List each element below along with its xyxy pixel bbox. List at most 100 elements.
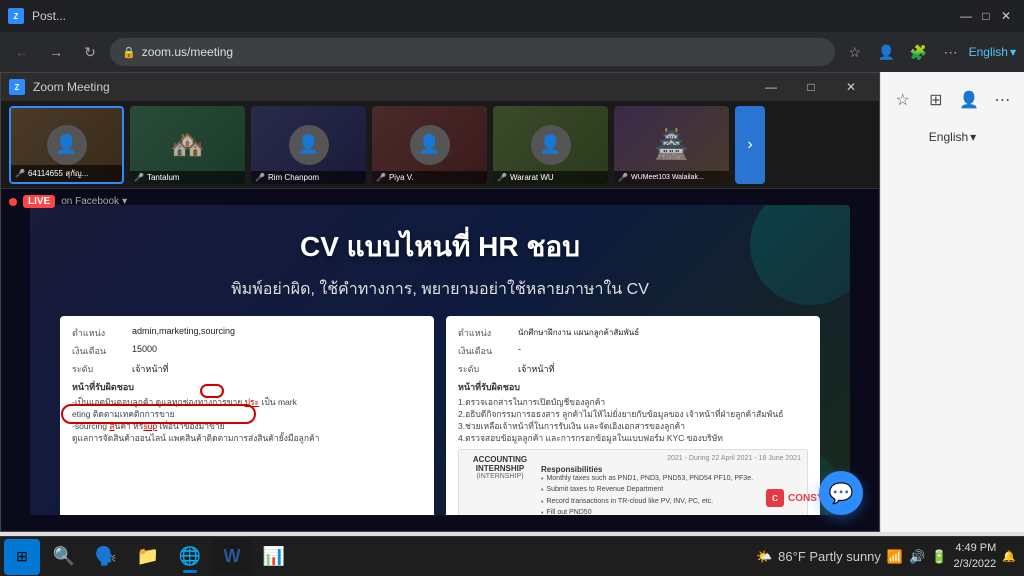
taskbar-system-icons: 🌤️ 86°F Partly sunny 📶 🔊 🔋: [756, 549, 948, 565]
bookmark-btn[interactable]: ☆: [841, 38, 869, 66]
zoom-favicon: Z: [8, 8, 24, 24]
facebook-dropdown-icon[interactable]: ▾: [122, 196, 127, 207]
participant-tile-5[interactable]: 👤 🎤 Wararat WU: [493, 106, 608, 184]
refresh-btn[interactable]: ↻: [76, 38, 104, 66]
address-bar[interactable]: 🔒 zoom.us/meeting: [110, 38, 835, 66]
taskbar-explorer-btn[interactable]: 📁: [128, 539, 168, 575]
participant-avatar-3: 👤: [289, 125, 329, 165]
cv-duties-label: หน้าที่รับผิดชอบ: [72, 380, 422, 394]
taskbar-date: 2/3/2022: [953, 557, 996, 572]
participant-tile-1[interactable]: 👤 🎤 64114655 สุกัญ...: [9, 106, 124, 184]
mic-icon-4: 🎤: [376, 173, 386, 182]
right-panel-top: ☆ ⊞ 👤 ⋯: [889, 80, 1016, 120]
forward-btn[interactable]: →: [42, 38, 70, 66]
chat-bubble-btn[interactable]: 💬: [819, 471, 863, 515]
language-btn[interactable]: English ▾: [969, 45, 1016, 59]
cv-right-salary-row: เงินเดือน -: [458, 344, 808, 358]
cv-right-duty3: 3.ช่วยเหลือเจ้าหน้าที่ในการรับเงิน และจั…: [458, 421, 808, 433]
participant-tile-6[interactable]: 🏯 🎤 WUMeet103 Walailak...: [614, 106, 729, 184]
participants-next-btn[interactable]: ›: [735, 106, 765, 184]
participant-tile-4[interactable]: 👤 🎤 Piya V.: [372, 106, 487, 184]
zoom-close-btn[interactable]: ✕: [831, 73, 871, 101]
cv-level-label: ระดับ: [72, 362, 132, 376]
more-btn[interactable]: ⋯: [937, 38, 965, 66]
content-area: Z Zoom Meeting — □ ✕ 👤 🎤 64114655 สุกัญ.…: [0, 72, 1024, 536]
cv-salary-row: เงินเดือน 15000: [72, 344, 422, 358]
accounting-title: ACCOUNTING INTERNSHIP: [465, 455, 535, 473]
participant-name-bar-3: 🎤 Rim Chanpom: [251, 171, 366, 184]
right-panel-grid-icon[interactable]: ⊞: [922, 84, 949, 116]
cv-duties-text: -เป็นแอดมินตอบลูกค้า ดูแลทุกช่องทางการขา…: [72, 397, 422, 445]
cv-right-duty4: 4.ตรวจสอบข้อมูลลูกค้า และการกรอกข้อมูลใน…: [458, 433, 808, 445]
cv-position-label: ตำแหน่ง: [72, 326, 132, 340]
browser-close-btn[interactable]: ✕: [996, 6, 1016, 26]
taskbar-chat-btn[interactable]: 🗣️: [86, 539, 126, 575]
participant-name-bar-5: 🎤 Wararat WU: [493, 171, 608, 184]
right-panel-star-icon[interactable]: ☆: [889, 84, 916, 116]
taskbar-search-btn[interactable]: 🔍: [44, 539, 84, 575]
bullet-4: •Fill out PND50: [541, 508, 801, 515]
cv-position-value: admin,marketing,sourcing: [132, 326, 235, 340]
browser-maximize-btn[interactable]: □: [976, 6, 996, 26]
right-panel-more-icon[interactable]: ⋯: [989, 84, 1016, 116]
recording-dot: [9, 198, 17, 206]
participant-tile-2[interactable]: 🏘️ 🎤 Tantalum: [130, 106, 245, 184]
zoom-minimize-btn[interactable]: —: [751, 73, 791, 101]
participant-name-bar-6: 🎤 WUMeet103 Walailak...: [614, 171, 729, 184]
language-chevron-icon: ▾: [1010, 45, 1016, 59]
right-panel-profile-icon[interactable]: 👤: [956, 84, 983, 116]
cv-right-position-label: ตำแหน่ง: [458, 326, 518, 340]
right-panel-english-btn[interactable]: English ▾: [923, 126, 982, 148]
bullet-3: •Record transactions in TR-cloud like PV…: [541, 497, 801, 509]
on-facebook-label: on Facebook ▾: [61, 196, 127, 207]
cv-right-level-row: ระดับ เจ้าหน้าที่: [458, 362, 808, 376]
browser-actions: ☆ 👤 🧩 ⋯ English ▾: [841, 38, 1016, 66]
extensions-btn[interactable]: 🧩: [905, 38, 933, 66]
cv-right-duty2: 2.อธิบดีกิจกรรมการอธงสาร ลูกค้าไม่ให้ไม่…: [458, 409, 808, 421]
right-panel-english-chevron-icon: ▾: [970, 130, 976, 144]
network-icon[interactable]: 📶: [887, 549, 903, 565]
participant-strip: 👤 🎤 64114655 สุกัญ... 🏘️ 🎤 Tantalum: [1, 101, 879, 189]
presentation-area: LIVE on Facebook ▾ CV แบบไหนที่ HR ชอบ พ…: [1, 189, 879, 531]
participant-name-5: Wararat WU: [510, 173, 554, 182]
cv-right-position-row: ตำแหน่ง นักศึกษาฝึกงาน แผนกลูกค้าสัมพันธ…: [458, 326, 808, 340]
taskbar-time: 4:49 PM: [953, 541, 996, 556]
profile-btn[interactable]: 👤: [873, 38, 901, 66]
cv-right-level-value: เจ้าหน้าที่: [518, 362, 554, 376]
participant-tile-3[interactable]: 👤 🎤 Rim Chanpom: [251, 106, 366, 184]
cv-position-row: ตำแหน่ง admin,marketing,sourcing: [72, 326, 422, 340]
participant-avatar-4: 👤: [410, 125, 450, 165]
browser-window: Z Post... — □ ✕ ← → ↻ 🔒 zoom.us/meeting …: [0, 0, 1024, 536]
back-btn[interactable]: ←: [8, 38, 36, 66]
cv-level-row: ระดับ เจ้าหน้าที่: [72, 362, 422, 376]
taskbar-right: 🌤️ 86°F Partly sunny 📶 🔊 🔋 4:49 PM 2/3/2…: [756, 541, 1024, 572]
accounting-sub: (INTERNSHIP): [465, 473, 535, 480]
bullet-2: •Submit taxes to Revenue Department: [541, 485, 801, 497]
participant-name-3: Rim Chanpom: [268, 173, 319, 182]
browser-minimize-btn[interactable]: —: [956, 6, 976, 26]
participant-avatar-1: 👤: [47, 125, 87, 165]
notifications-icon[interactable]: 🔔: [1002, 550, 1016, 563]
participant-name-bar-2: 🎤 Tantalum: [130, 171, 245, 184]
cv-right-salary-label: เงินเดือน: [458, 344, 518, 358]
taskbar-clock[interactable]: 4:49 PM 2/3/2022: [953, 541, 996, 572]
start-button[interactable]: ⊞: [4, 539, 40, 575]
mic-icon-3: 🎤: [255, 173, 265, 182]
slide-content-row: ตำแหน่ง admin,marketing,sourcing เงินเดื…: [60, 316, 820, 515]
mic-icon-5: 🎤: [497, 173, 507, 182]
zoom-window: Z Zoom Meeting — □ ✕ 👤 🎤 64114655 สุกัญ.…: [0, 72, 880, 532]
mic-icon-6: 🎤: [618, 173, 628, 182]
language-label: English: [969, 45, 1008, 59]
participant-name-4: Piya V.: [389, 173, 414, 182]
speaker-icon[interactable]: 🔊: [909, 549, 925, 565]
consync-icon: C: [766, 489, 784, 507]
taskbar-browser-btn[interactable]: 🌐: [170, 539, 210, 575]
zoom-restore-btn[interactable]: □: [791, 73, 831, 101]
taskbar-excel-btn[interactable]: 📊: [254, 539, 294, 575]
taskbar-word-btn[interactable]: W: [212, 539, 252, 575]
browser-tab-title: Post...: [32, 9, 948, 23]
zoom-app-icon: Z: [9, 79, 25, 95]
participant-name-bar-4: 🎤 Piya V.: [372, 171, 487, 184]
browser-titlebar: Z Post... — □ ✕: [0, 0, 1024, 32]
right-panel: ☆ ⊞ 👤 ⋯ English ▾: [880, 72, 1024, 532]
